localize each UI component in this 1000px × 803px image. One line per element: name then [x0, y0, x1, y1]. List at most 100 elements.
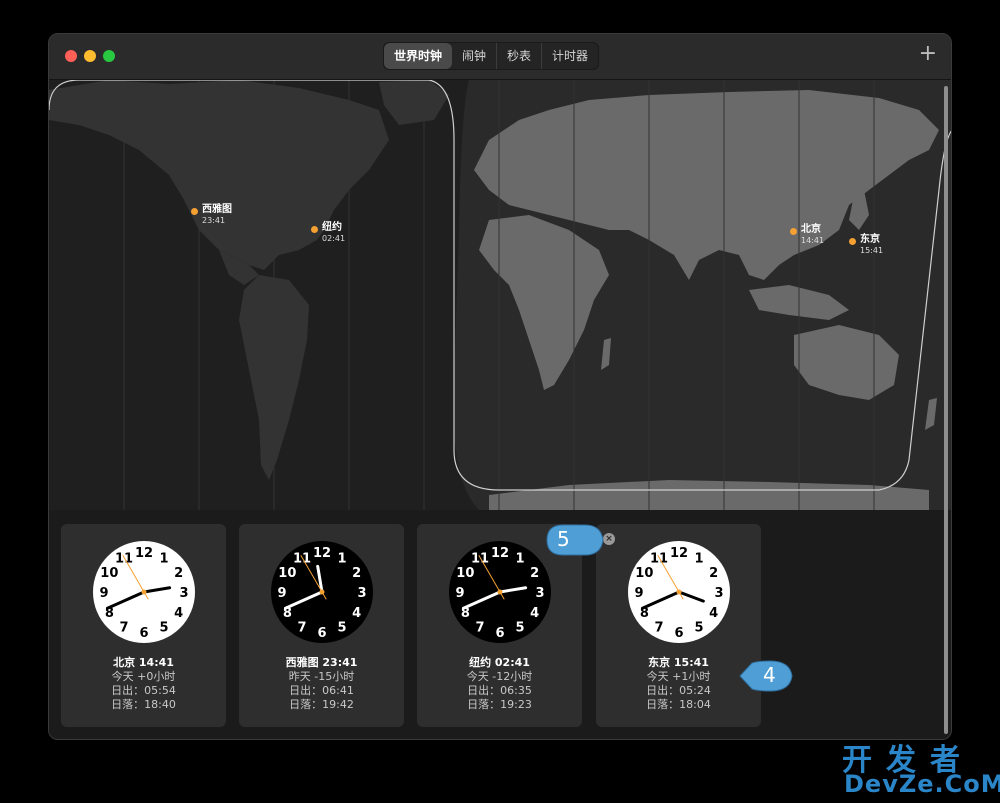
clock-center-cap — [497, 589, 503, 595]
clock-center-cap — [676, 589, 682, 595]
clock-center-cap — [319, 589, 325, 595]
clock-info: 北京 14:41 今天 +0小时 日出：05:54 日落：18:40 — [61, 656, 226, 712]
clock-numeral: 7 — [297, 621, 306, 636]
tab-timer[interactable]: 计时器 — [541, 43, 598, 69]
clock-sunrise: 日出：06:41 — [289, 684, 354, 697]
clock-numeral: 4 — [530, 606, 539, 621]
clock-numeral: 2 — [352, 566, 361, 581]
map-marker-new-york[interactable]: 纽约 02:41 — [311, 222, 345, 244]
clock-numeral: 1 — [515, 551, 524, 566]
clock-info: 纽约 02:41 今天 -12小时 日出：06:35 日落：19:23 — [417, 656, 582, 712]
clock-offset: 今天 +0小时 — [111, 670, 176, 683]
marker-dot — [311, 226, 318, 233]
clock-sunset: 日落：19:23 — [467, 698, 532, 711]
minimize-window-button[interactable] — [84, 50, 96, 62]
zoom-window-button[interactable] — [103, 50, 115, 62]
world-map-graphic — [49, 80, 951, 510]
analog-clock: 12 1234567891011 — [628, 541, 730, 643]
watermark-bottom: DevZe.CoM — [844, 770, 1000, 798]
clock-numeral: 11 — [650, 551, 668, 566]
add-city-button[interactable]: + — [919, 43, 937, 65]
clock-numeral: 6 — [317, 626, 326, 641]
clock-numeral: 3 — [714, 586, 723, 601]
marker-name: 北京 — [801, 224, 821, 235]
clock-offset: 今天 -12小时 — [466, 670, 533, 683]
clock-numeral: 7 — [475, 621, 484, 636]
clock-numeral: 10 — [456, 566, 474, 581]
callout-bubble-icon — [546, 524, 604, 556]
clock-card-seattle[interactable]: 12 1 2 3 4 5 6 7 8 9 10 11 西雅图 23:41 昨天 -15小时 日出：06… — [239, 524, 404, 727]
marker-time: 14:41 — [801, 236, 825, 245]
clock-numeral: 4 — [174, 606, 183, 621]
clock-card-tokyo[interactable]: 12 1 2 3 4 5 6 7 8 9 10 11 东京 15:41 今天 +1小时 日出：05:2… — [596, 524, 761, 727]
clock-sunrise: 日出：05:54 — [111, 684, 176, 697]
marker-name: 西雅图 — [202, 204, 232, 215]
clock-sunset: 日落：19:42 — [289, 698, 354, 711]
callout-number: 4 — [763, 663, 776, 687]
clock-numeral: 10 — [635, 566, 653, 581]
clock-numeral: 6 — [495, 626, 504, 641]
clock-numeral: 12 — [135, 546, 153, 561]
clock-numeral: 1 — [694, 551, 703, 566]
analog-clock: 12 1234567891011 — [271, 541, 373, 643]
clock-numeral: 10 — [100, 566, 118, 581]
marker-dot — [849, 238, 856, 245]
clock-city-time: 北京 14:41 — [113, 656, 174, 669]
close-window-button[interactable] — [65, 50, 77, 62]
clock-numeral: 3 — [179, 586, 188, 601]
clock-numeral: 3 — [357, 586, 366, 601]
clock-numeral: 2 — [530, 566, 539, 581]
clock-numeral: 7 — [119, 621, 128, 636]
map-marker-seattle[interactable]: 西雅图 23:41 — [191, 204, 232, 226]
clock-numeral: 12 — [670, 546, 688, 561]
marker-name: 纽约 — [322, 222, 342, 233]
tab-world-clock[interactable]: 世界时钟 — [384, 43, 453, 69]
clock-offset: 昨天 -15小时 — [288, 670, 355, 683]
clock-app-window: 世界时钟 闹钟 秒表 计时器 + 西雅图 23:41 纽约 02:41 北京 1… — [48, 33, 952, 740]
clock-numeral: 11 — [471, 551, 489, 566]
callout-number: 5 — [557, 527, 570, 551]
clock-numeral: 2 — [174, 566, 183, 581]
clock-numeral: 1 — [159, 551, 168, 566]
marker-name: 东京 — [860, 234, 880, 245]
tab-alarm[interactable]: 闹钟 — [452, 43, 496, 69]
clock-city-time: 西雅图 23:41 — [285, 656, 358, 669]
marker-time: 02:41 — [322, 234, 346, 243]
clock-numeral: 1 — [337, 551, 346, 566]
clock-numeral: 5 — [337, 621, 346, 636]
clock-card-beijing[interactable]: 12 1 2 3 4 5 6 7 8 9 10 11 北京 14:41 今天 +0小时 日出：05:5… — [61, 524, 226, 727]
clock-numeral: 2 — [709, 566, 718, 581]
clock-numeral: 9 — [455, 586, 464, 601]
marker-time: 23:41 — [202, 216, 226, 225]
clock-info: 西雅图 23:41 昨天 -15小时 日出：06:41 日落：19:42 — [239, 656, 404, 712]
clock-sunset: 日落：18:40 — [111, 698, 176, 711]
clock-numeral: 9 — [277, 586, 286, 601]
clock-numeral: 5 — [694, 621, 703, 636]
title-bar: 世界时钟 闹钟 秒表 计时器 + — [49, 34, 951, 80]
analog-clock: 12 1234567891011 — [449, 541, 551, 643]
vertical-scrollbar[interactable] — [944, 86, 948, 734]
clock-city-time: 纽约 02:41 — [469, 656, 530, 669]
clock-numeral: 10 — [278, 566, 296, 581]
clock-numeral: 11 — [293, 551, 311, 566]
clock-city-time: 东京 15:41 — [648, 656, 709, 669]
clock-numeral: 11 — [115, 551, 133, 566]
clock-numeral: 6 — [139, 626, 148, 641]
clock-numeral: 12 — [313, 546, 331, 561]
clock-numeral: 4 — [352, 606, 361, 621]
marker-dot — [191, 208, 198, 215]
clock-numeral: 9 — [634, 586, 643, 601]
clock-numeral: 5 — [515, 621, 524, 636]
tab-bar: 世界时钟 闹钟 秒表 计时器 — [383, 42, 600, 70]
map-marker-tokyo[interactable]: 东京 15:41 — [849, 234, 883, 256]
marker-dot — [790, 228, 797, 235]
clock-numeral: 4 — [709, 606, 718, 621]
world-map: 西雅图 23:41 纽约 02:41 北京 14:41 东京 15:41 — [49, 80, 951, 510]
clock-sunrise: 日出：05:24 — [646, 684, 711, 697]
clock-center-cap — [141, 589, 147, 595]
clock-offset: 今天 +1小时 — [646, 670, 711, 683]
clock-numeral: 12 — [491, 546, 509, 561]
map-marker-beijing[interactable]: 北京 14:41 — [790, 224, 824, 246]
tab-stopwatch[interactable]: 秒表 — [496, 43, 541, 69]
clock-numeral: 7 — [654, 621, 663, 636]
